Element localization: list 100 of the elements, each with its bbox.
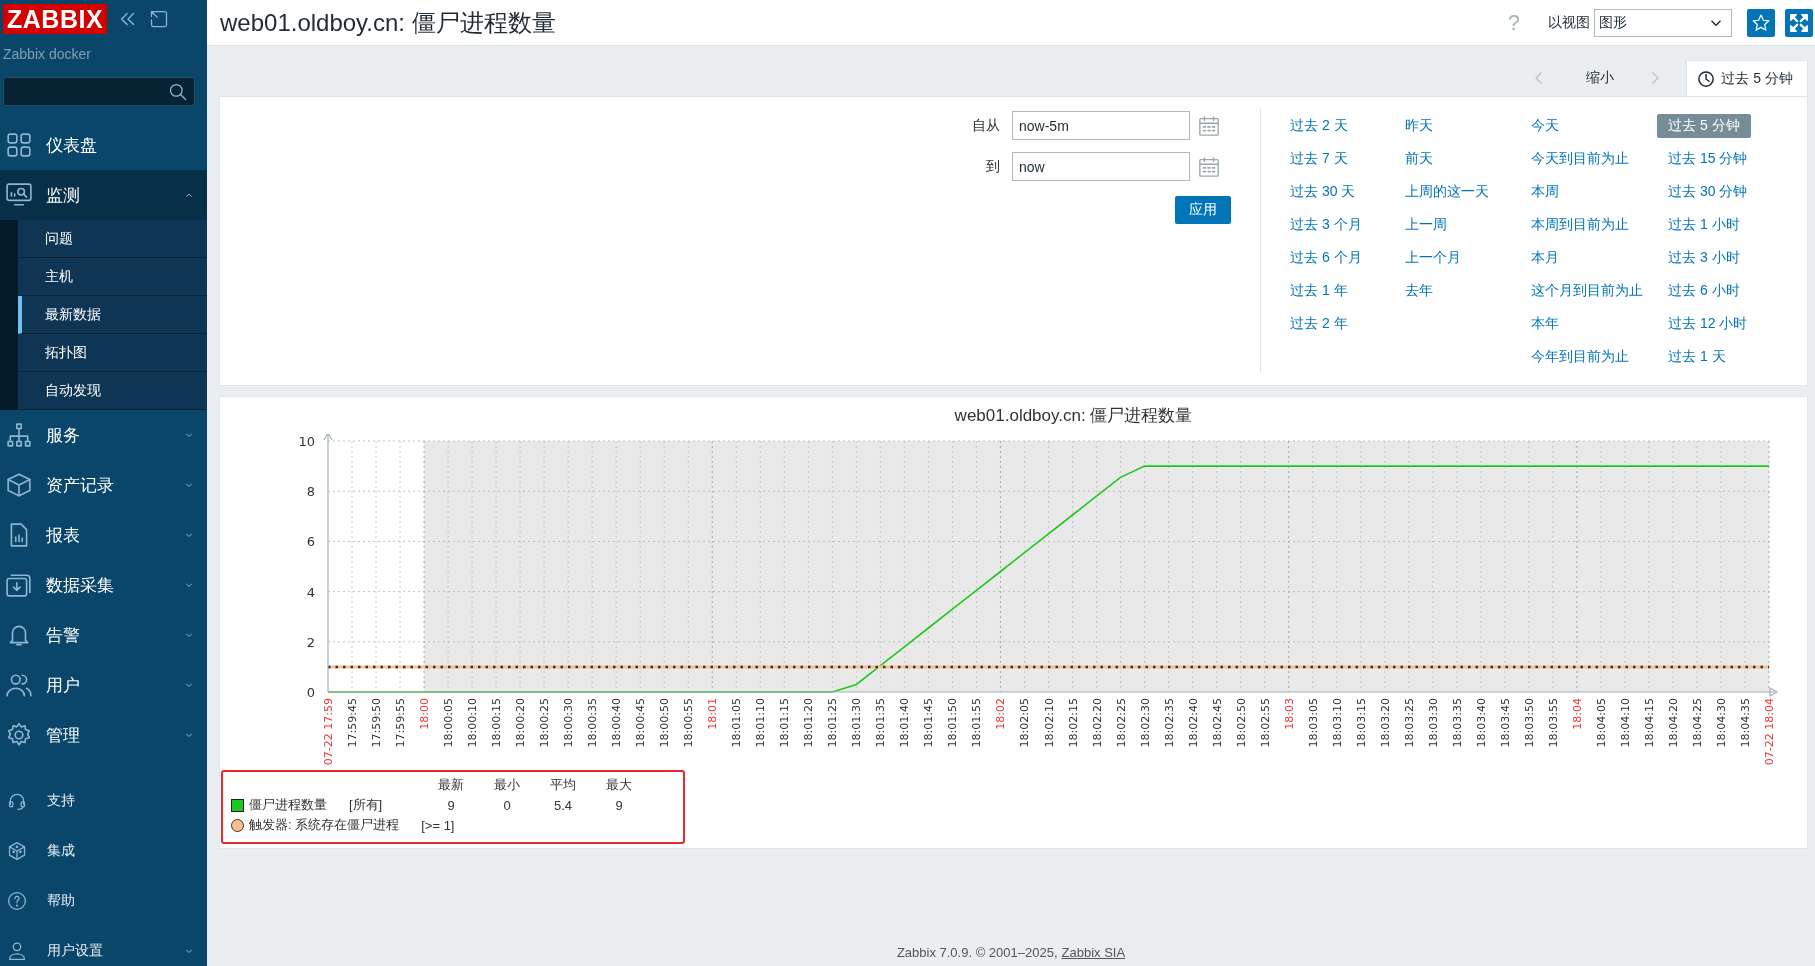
menu-item[interactable]: 告警 [0, 610, 207, 660]
time-preset-link[interactable]: 过去 6 小时 [1657, 278, 1751, 303]
time-preset-link[interactable]: 过去 12 小时 [1657, 311, 1759, 336]
axis-tick-label: 18:02:25 [1114, 698, 1128, 748]
time-preset-link[interactable]: 今天到目前为止 [1520, 146, 1640, 171]
menu-item[interactable]: 管理 [0, 710, 207, 760]
menu-item[interactable]: 监测 [0, 170, 207, 220]
page-title: web01.oldboy.cn: 僵尸进程数量 [220, 7, 557, 38]
axis-tick-label: 18:00:50 [658, 698, 672, 748]
time-preset-link[interactable]: 上周的这一天 [1394, 179, 1500, 204]
legend-column-header: 最新 [437, 776, 465, 794]
time-range-tab[interactable]: 过去 5 分钟 [1686, 60, 1808, 96]
axis-tick-label: 18:01:20 [802, 698, 816, 748]
submenu-item[interactable]: 问题 [18, 220, 207, 258]
axis-tick-label: 18:03:20 [1378, 698, 1392, 748]
axis-tick-label: 18:02:50 [1234, 698, 1248, 748]
time-preset-link[interactable]: 过去 15 分钟 [1657, 146, 1759, 171]
legend-value: 0 [502, 797, 512, 813]
menu-item[interactable]: 用户设置 [0, 926, 207, 966]
time-preset-link[interactable]: 过去 1 天 [1657, 344, 1737, 369]
time-preset-link[interactable]: 上一个月 [1394, 245, 1472, 270]
time-preset-link[interactable]: 前天 [1394, 146, 1444, 171]
favorite-button[interactable] [1747, 8, 1775, 37]
apply-button[interactable]: 应用 [1175, 196, 1231, 224]
axis-tick-label: 18:03:10 [1330, 698, 1344, 748]
view-select[interactable]: 图形 [1594, 8, 1732, 37]
menu-item[interactable]: 用户 [0, 660, 207, 710]
time-preset-link[interactable]: 过去 2 年 [1279, 311, 1359, 336]
clock-icon [1697, 69, 1716, 88]
legend-label: 僵尸进程数量 [249, 796, 328, 814]
time-preset-link[interactable]: 今年到目前为止 [1520, 344, 1640, 369]
axis-tick-label: 18:04:25 [1690, 698, 1704, 748]
legend-scope: [所有] [349, 796, 384, 814]
axis-tick-label: 18:03:30 [1426, 698, 1440, 748]
axis-tick-label: 4 [306, 584, 315, 600]
legend-column-header: 最大 [605, 776, 633, 794]
axis-tick-label: 18:04:20 [1666, 698, 1680, 748]
time-preset-link[interactable]: 本周到目前为止 [1520, 212, 1640, 237]
axis-tick-label: 07-22 17:59 [322, 698, 335, 766]
axis-tick-label: 18:02:35 [1162, 698, 1176, 748]
popout-icon[interactable] [149, 8, 170, 29]
fullscreen-button[interactable] [1785, 8, 1813, 37]
time-preset-link[interactable]: 这个月到目前为止 [1520, 278, 1654, 303]
time-preset-link[interactable]: 过去 5 分钟 [1657, 113, 1751, 138]
time-preset-link[interactable]: 本年 [1520, 311, 1570, 336]
axis-tick-label: 18:00:45 [634, 698, 648, 748]
time-preset-link[interactable]: 过去 30 天 [1279, 179, 1367, 204]
user-icon [7, 941, 27, 961]
axis-tick-label: 18:01:55 [970, 698, 984, 748]
menu-item[interactable]: 资产记录 [0, 460, 207, 510]
time-preset-link[interactable]: 过去 2 天 [1279, 113, 1359, 138]
time-preset-link[interactable]: 过去 6 个月 [1279, 245, 1373, 270]
menu-item[interactable]: 数据采集 [0, 560, 207, 610]
menu-item[interactable]: 集成 [0, 826, 207, 876]
axis-tick-label: 6 [306, 534, 315, 550]
zabbix-logo[interactable]: ZABBIX [3, 3, 108, 34]
legend-column-header: 平均 [549, 776, 577, 794]
search-icon[interactable] [168, 81, 188, 102]
to-field[interactable]: now [1012, 152, 1190, 181]
menu-item[interactable]: 报表 [0, 510, 207, 560]
hierarchy-icon [6, 422, 32, 448]
menu-item[interactable]: 服务 [0, 410, 207, 460]
submenu-item[interactable]: 拓扑图 [18, 334, 207, 372]
axis-tick-label: 18:01:40 [898, 698, 912, 748]
view-as-label: 以视图 [1548, 13, 1590, 32]
time-preset-link[interactable]: 过去 1 年 [1279, 278, 1359, 303]
time-preset-link[interactable]: 本周 [1520, 179, 1570, 204]
menu-item[interactable]: 帮助 [0, 876, 207, 926]
time-preset-link[interactable]: 过去 3 小时 [1657, 245, 1751, 270]
time-preset-link[interactable]: 过去 7 天 [1279, 146, 1359, 171]
axis-tick-label: 18:02:10 [1042, 698, 1056, 748]
axis-tick-label: 18:04 [1570, 698, 1584, 730]
axis-tick-label: 18:00:10 [466, 698, 480, 748]
axis-tick-label: 18:03:50 [1522, 698, 1536, 748]
time-preset-link[interactable]: 昨天 [1394, 113, 1444, 138]
axis-tick-label: 18:00:35 [586, 698, 600, 748]
time-preset-link[interactable]: 上一周 [1394, 212, 1458, 237]
time-preset-link[interactable]: 过去 30 分钟 [1657, 179, 1759, 204]
time-preset-link[interactable]: 过去 1 小时 [1657, 212, 1751, 237]
from-field[interactable]: now-5m [1012, 111, 1190, 140]
submenu-item[interactable]: 最新数据 [18, 296, 207, 334]
axis-tick-label: 18:02:55 [1258, 698, 1272, 748]
time-preset-link[interactable]: 去年 [1394, 278, 1444, 303]
axis-tick-label: 18:02:40 [1186, 698, 1200, 748]
from-label: 自从 [972, 116, 1001, 135]
time-preset-link[interactable]: 今天 [1520, 113, 1570, 138]
axis-tick-label: 18:00:30 [562, 698, 576, 748]
submenu-item[interactable]: 主机 [18, 258, 207, 296]
axis-tick-label: 18:00:25 [538, 698, 552, 748]
time-preset-link[interactable]: 过去 3 个月 [1279, 212, 1373, 237]
menu-item[interactable]: 仪表盘 [0, 120, 207, 170]
submenu-item[interactable]: 自动发现 [18, 372, 207, 410]
company-link[interactable]: Zabbix SIA [1061, 945, 1126, 960]
axis-tick-label: 07-22 18:04 [1763, 698, 1776, 766]
zoom-out-button[interactable]: 缩小 [1586, 69, 1615, 87]
axis-tick-label: 18:02:05 [1018, 698, 1032, 748]
axis-tick-label: 8 [306, 484, 315, 500]
search-field[interactable] [3, 77, 195, 106]
menu-item[interactable]: 支持 [0, 776, 207, 826]
time-preset-link[interactable]: 本月 [1520, 245, 1570, 270]
